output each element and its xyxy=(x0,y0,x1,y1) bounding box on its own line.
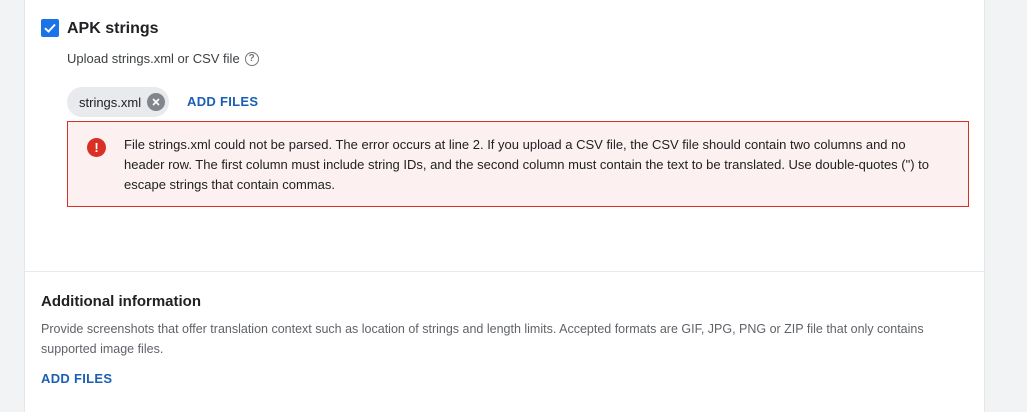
file-chip: strings.xml xyxy=(67,87,170,117)
additional-information-title: Additional information xyxy=(41,293,201,310)
error-message-box: ! File strings.xml could not be parsed. … xyxy=(67,121,969,207)
apk-strings-checkbox[interactable] xyxy=(41,19,59,37)
upload-instructions: Upload strings.xml or CSV file ? xyxy=(67,50,259,68)
section-divider xyxy=(25,271,984,272)
additional-information-description: Provide screenshots that offer translati… xyxy=(41,322,924,356)
file-chip-label: strings.xml xyxy=(79,94,142,110)
apk-strings-title: APK strings xyxy=(67,20,159,37)
form-card: APK strings Upload strings.xml or CSV fi… xyxy=(24,0,985,412)
error-exclamation-icon: ! xyxy=(87,138,106,157)
question-circle-icon[interactable]: ? xyxy=(244,52,259,66)
checkmark-icon xyxy=(44,23,56,33)
add-screenshots-files-button[interactable]: ADD FILES xyxy=(41,370,112,388)
add-files-button[interactable]: ADD FILES xyxy=(187,93,258,111)
error-message-text: File strings.xml could not be parsed. Th… xyxy=(124,137,930,192)
upload-label: Upload strings.xml or CSV file xyxy=(67,51,240,66)
close-circle-icon[interactable] xyxy=(147,93,166,111)
